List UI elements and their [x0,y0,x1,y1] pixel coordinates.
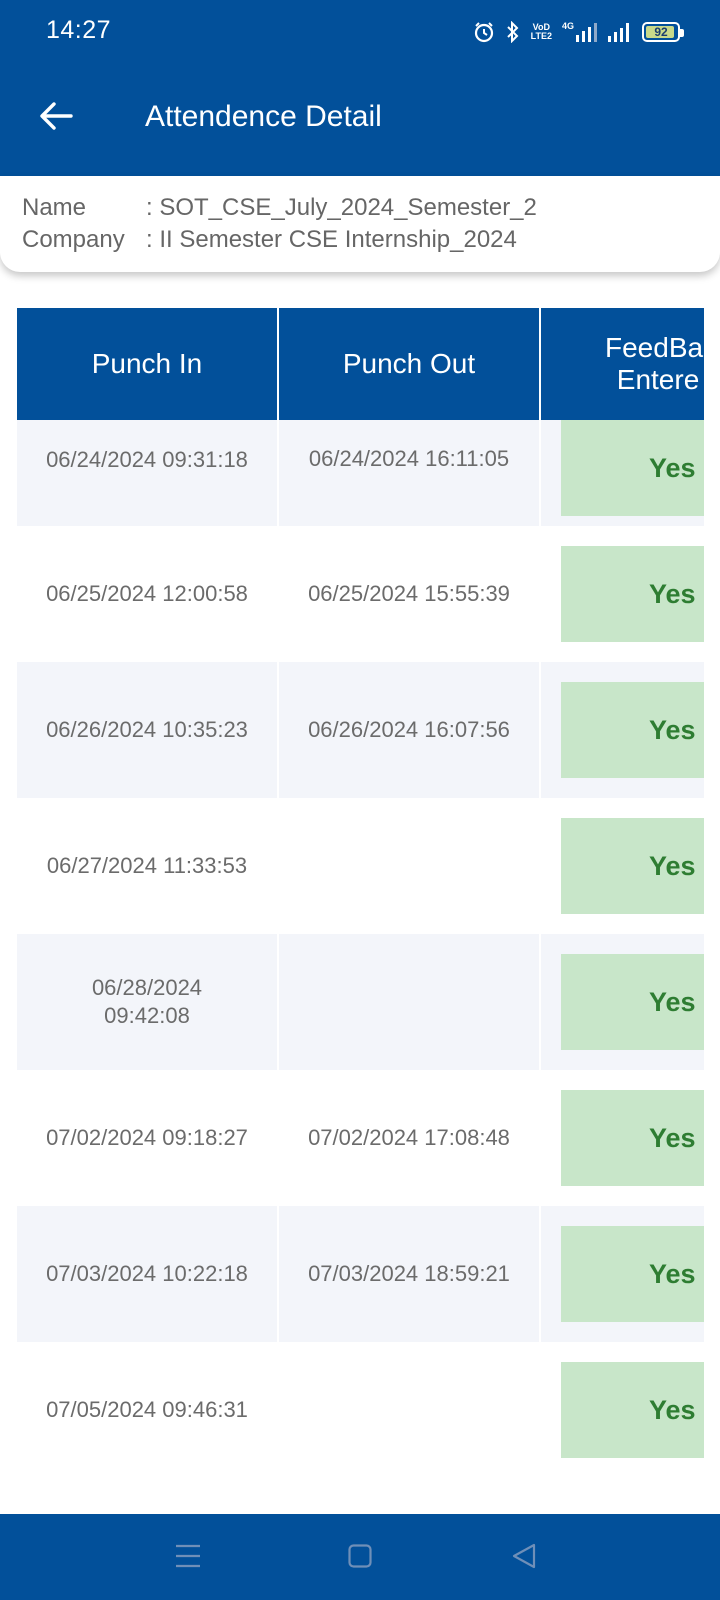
status-icons: VoD LTE2 4G 92 [473,18,684,46]
system-back-button[interactable] [504,1538,544,1578]
punch-in-cell: 07/03/2024 10:22:18 [17,1206,279,1342]
signal-icon [608,22,632,42]
punch-in-cell: 06/25/2024 12:00:58 [17,526,279,662]
punch-out-cell [279,934,541,1070]
punch-out-cell: 07/03/2024 18:59:21 [279,1206,541,1342]
back-button[interactable] [28,90,84,146]
table-row[interactable]: 06/28/2024 09:42:08 Yes [17,934,704,1070]
network-type-text: 4G [561,21,574,31]
name-row: Name : SOT_CSE_July_2024_Semester_2 [22,194,537,222]
home-button[interactable] [340,1538,380,1578]
punch-out-cell [279,798,541,934]
table-body: 06/24/2024 09:31:18 06/24/2024 16:11:05 Ye… [17,420,704,1478]
battery-tip [680,29,684,37]
punch-in-cell: 06/27/2024 11:33:53 [17,798,279,934]
punch-out-cell: 06/25/2024 15:55:39 [279,526,541,662]
attendance-table[interactable]: Punch In Punch Out FeedBa Entere 06/24/2… [17,308,704,1510]
feedback-yes-badge: Yes [561,1090,704,1186]
feedback-cell: Yes [541,662,704,798]
header-feedback: FeedBa Entere [541,308,704,420]
feedback-cell: Yes [541,1070,704,1206]
feedback-yes-badge: Yes [561,1226,704,1322]
feedback-yes-badge: Yes [561,954,704,1050]
name-label: Name [22,194,87,221]
table-row[interactable]: 06/26/2024 10:35:23 06/26/2024 16:07:56 Ye… [17,662,704,798]
back-arrow-icon [39,101,73,136]
table-row[interactable]: 07/05/2024 09:46:31 Yes [17,1342,704,1478]
punch-out-cell: 07/02/2024 17:08:48 [279,1070,541,1206]
signal-4g-icon: 4G [562,22,598,42]
punch-in-cell: 06/26/2024 10:35:23 [17,662,279,798]
navigation-bar [0,1514,720,1600]
feedback-cell: Yes [541,798,704,934]
back-triangle-icon [511,1543,537,1574]
page-title: Attendence Detail [145,100,382,133]
table-header: Punch In Punch Out FeedBa Entere [17,308,704,420]
company-row: Company : II Semester CSE Internship_202… [22,226,517,254]
menu-icon [175,1544,201,1573]
punch-in-cell: 07/02/2024 09:18:27 [17,1070,279,1206]
header-feedback-line1: FeedBa [605,332,704,363]
app-bar: Attendence Detail [0,62,720,176]
status-time: 14:27 [46,16,112,44]
battery-level: 92 [654,25,668,39]
feedback-yes-badge: Yes [561,546,704,642]
volte-icon: VoD LTE2 [531,23,552,41]
feedback-cell: Yes [541,526,704,662]
feedback-cell: Yes [541,420,704,526]
header-punch-out: Punch Out [279,308,541,420]
punch-out-cell: 06/24/2024 16:11:05 [279,420,541,526]
feedback-cell: Yes [541,1342,704,1478]
punch-in-cell: 06/24/2024 09:31:18 [17,420,279,526]
table-row[interactable]: 06/24/2024 09:31:18 06/24/2024 16:11:05 Ye… [17,420,704,526]
name-value: : SOT_CSE_July_2024_Semester_2 [146,194,537,221]
table-row[interactable]: 06/25/2024 12:00:58 06/25/2024 15:55:39 Ye… [17,526,704,662]
feedback-yes-badge: Yes [561,818,704,914]
header-punch-in: Punch In [17,308,279,420]
punch-out-cell: 06/26/2024 16:07:56 [279,662,541,798]
feedback-yes-badge: Yes [561,1362,704,1458]
table-row[interactable]: 07/02/2024 09:18:27 07/02/2024 17:08:48 Ye… [17,1070,704,1206]
company-label: Company [22,226,125,253]
punch-in-cell: 07/05/2024 09:46:31 [17,1342,279,1478]
feedback-yes-badge: Yes [561,682,704,778]
status-bar: 14:27 VoD LTE2 4G 92 [0,0,720,62]
volte-bottom-text: LTE2 [530,31,552,41]
company-value: : II Semester CSE Internship_2024 [146,226,517,253]
header-feedback-line2: Entere [616,364,700,395]
feedback-cell: Yes [541,934,704,1070]
punch-in-cell: 06/28/2024 09:42:08 [17,934,279,1070]
feedback-cell: Yes [541,1206,704,1342]
recent-apps-button[interactable] [168,1538,208,1578]
table-row[interactable]: 07/03/2024 10:22:18 07/03/2024 18:59:21 Ye… [17,1206,704,1342]
table-row[interactable]: 06/27/2024 11:33:53 Yes [17,798,704,934]
home-icon [348,1543,372,1573]
feedback-yes-badge: Yes [561,420,704,516]
alarm-icon [473,21,495,43]
bluetooth-icon [505,21,521,43]
battery-icon: 92 [642,22,684,42]
punch-out-cell [279,1342,541,1478]
info-card: Name : SOT_CSE_July_2024_Semester_2 Comp… [0,176,720,272]
